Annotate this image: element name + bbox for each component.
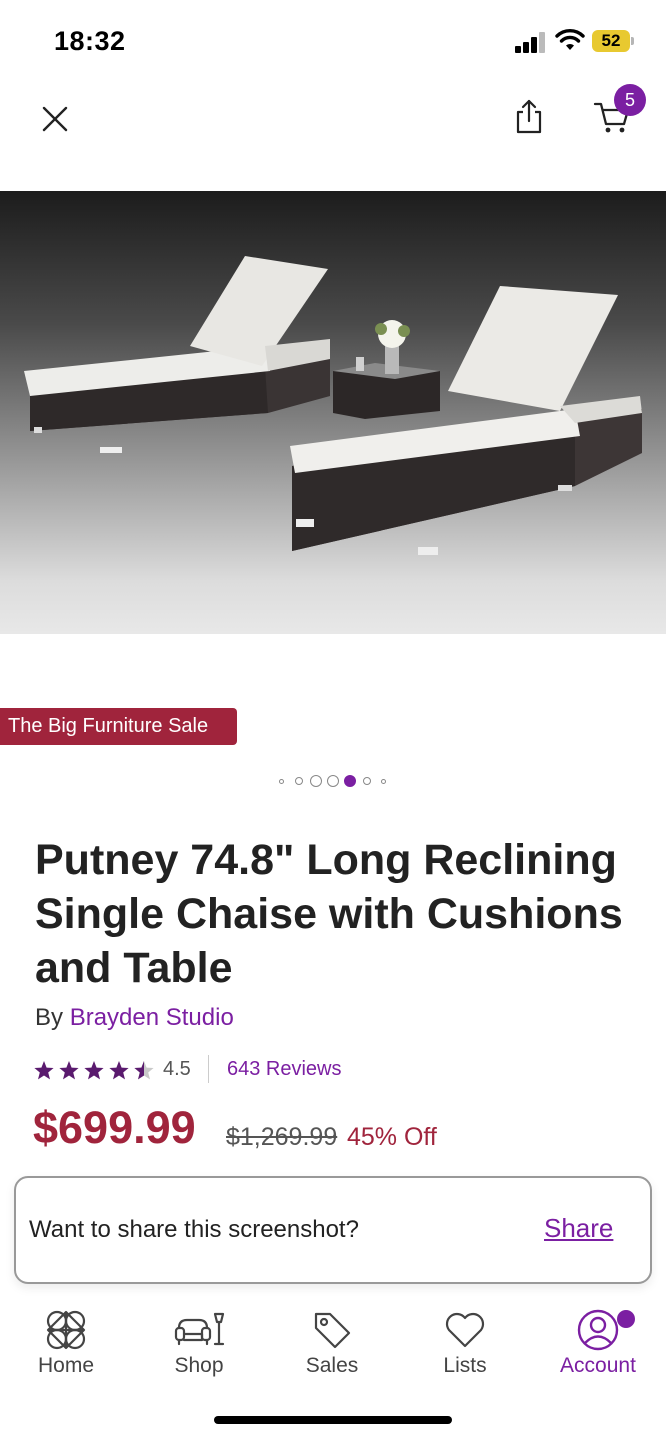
status-bar: 18:32 52 [0,0,666,86]
signal-icon [515,31,547,53]
battery-level: 52 [592,30,630,52]
nav-lists[interactable]: Lists [410,1300,520,1386]
by-prefix: By [35,1004,64,1031]
tag-icon [314,1312,351,1349]
sale-badge[interactable]: The Big Furniture Sale [0,708,237,745]
close-icon [42,106,68,132]
rating-row[interactable]: 4.5 643 Reviews [34,1055,374,1084]
share-screenshot-toast: Want to share this screenshot? Share [14,1176,652,1284]
wifi-icon [555,28,585,52]
nav-home-label: Home [37,1354,95,1377]
carousel-dot[interactable] [327,775,339,787]
home-icon [46,1310,86,1350]
nav-lists-label: Lists [443,1354,487,1377]
nav-home[interactable]: Home [11,1300,121,1386]
rating-value: 4.5 [163,1058,191,1080]
heart-icon [445,1312,485,1348]
carousel-dot[interactable] [279,779,284,784]
nav-account[interactable]: Account [543,1300,653,1386]
bottom-nav: Home Shop Sales Lists Account [0,1300,666,1390]
carousel-dot[interactable] [310,775,322,787]
carousel-dot[interactable] [381,779,386,784]
carousel-dot-active[interactable] [344,775,356,787]
shop-icon [174,1312,225,1346]
battery-icon: 52 [592,30,634,52]
nav-sales[interactable]: Sales [277,1300,387,1386]
toast-message: Want to share this screenshot? [29,1216,359,1243]
brand-link[interactable]: Brayden Studio [70,1004,234,1031]
carousel-dot[interactable] [295,777,303,785]
image-carousel-dots[interactable] [276,774,392,788]
close-button[interactable] [38,100,72,136]
original-price: $1,269.99 [226,1123,338,1151]
home-indicator[interactable] [214,1416,452,1424]
nav-shop-label: Shop [174,1354,224,1377]
share-icon [516,99,542,134]
nav-shop[interactable]: Shop [144,1300,254,1386]
product-photo [24,256,642,555]
discount-label: 45% Off [347,1123,437,1151]
cart-count-badge: 5 [614,84,646,116]
account-icon [577,1309,619,1351]
nav-account-label: Account [560,1354,636,1377]
sale-price: $699.99 [33,1102,196,1153]
carousel-dot[interactable] [363,777,371,785]
product-image[interactable] [0,191,666,634]
share-button[interactable] [512,98,546,136]
status-time: 18:32 [54,26,126,56]
star-rating-icon [34,1061,154,1080]
account-notification-dot [617,1310,635,1328]
rating-divider [208,1055,209,1083]
nav-sales-label: Sales [305,1354,359,1377]
toast-share-button[interactable]: Share [544,1213,613,1244]
byline: By Brayden Studio [35,1004,234,1032]
reviews-link[interactable]: 643 Reviews [227,1058,342,1081]
product-title: Putney 74.8" Long Reclining Single Chais… [35,836,623,992]
